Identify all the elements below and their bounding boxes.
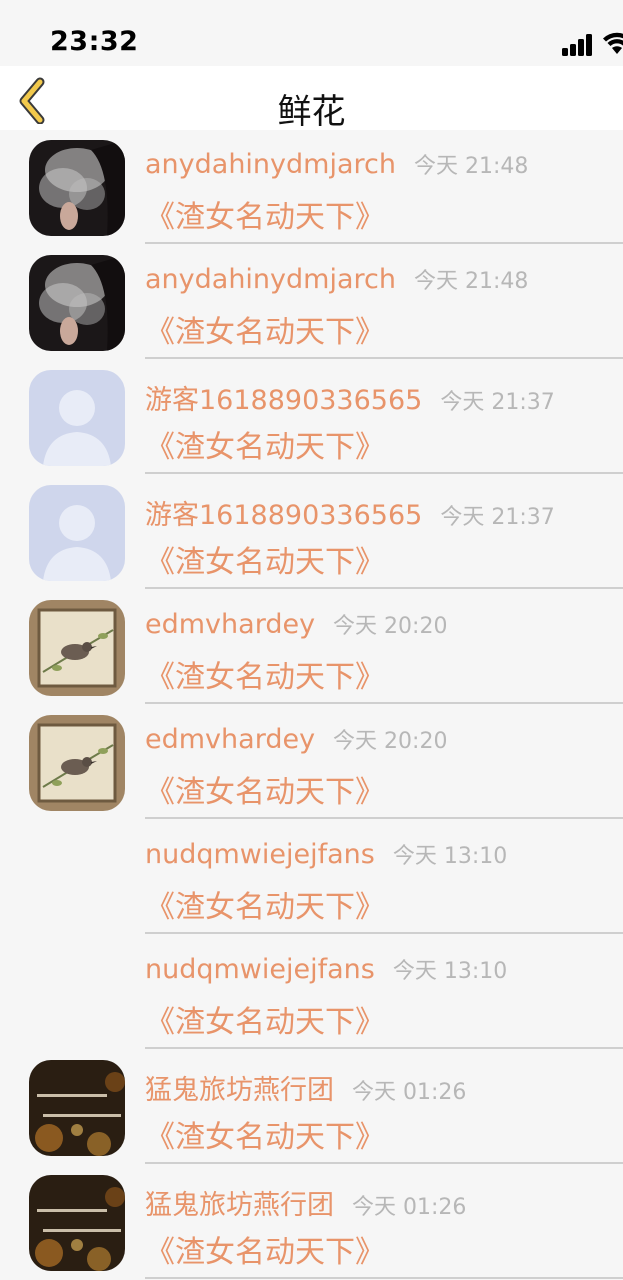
username: nudqmwiejejfans bbox=[145, 954, 375, 985]
avatar bbox=[29, 1060, 125, 1156]
username: 猛鬼旅坊燕行团 bbox=[145, 1075, 334, 1106]
page-title: 鲜花 bbox=[277, 92, 346, 132]
username: anydahinydmjarch bbox=[145, 149, 396, 180]
divider bbox=[145, 242, 623, 244]
gift-book-title: 《渣女名动天下》 bbox=[145, 545, 385, 580]
divider bbox=[145, 1162, 623, 1164]
list-item[interactable]: 猛鬼旅坊燕行团 今天 01:26 《渣女名动天下》 bbox=[0, 1165, 623, 1280]
avatar bbox=[29, 255, 125, 351]
list-item[interactable]: anydahinydmjarch 今天 21:48 《渣女名动天下》 bbox=[0, 130, 623, 245]
timestamp: 今天 21:37 bbox=[440, 505, 555, 530]
timestamp: 今天 13:10 bbox=[392, 844, 508, 869]
divider bbox=[145, 1047, 623, 1049]
gift-book-title: 《渣女名动天下》 bbox=[145, 315, 385, 350]
divider bbox=[145, 587, 623, 589]
list-item[interactable]: 游客1618890336565 今天 21:37 《渣女名动天下》 bbox=[0, 360, 623, 475]
username: nudqmwiejejfans bbox=[145, 839, 375, 870]
timestamp: 今天 20:20 bbox=[333, 729, 448, 754]
divider bbox=[145, 472, 623, 474]
timestamp: 今天 21:48 bbox=[413, 154, 529, 179]
divider bbox=[145, 817, 623, 819]
timestamp: 今天 13:10 bbox=[392, 959, 508, 984]
gift-book-title: 《渣女名动天下》 bbox=[145, 660, 385, 695]
divider bbox=[145, 1277, 623, 1279]
username: anydahinydmjarch bbox=[145, 264, 396, 295]
gift-book-title: 《渣女名动天下》 bbox=[145, 200, 385, 235]
gift-book-title: 《渣女名动天下》 bbox=[145, 430, 385, 465]
username: 猛鬼旅坊燕行团 bbox=[145, 1190, 334, 1221]
divider bbox=[145, 357, 623, 359]
list-item[interactable]: edmvhardey 今天 20:20 《渣女名动天下》 bbox=[0, 590, 623, 705]
gift-book-title: 《渣女名动天下》 bbox=[145, 890, 385, 925]
timestamp: 今天 21:37 bbox=[440, 390, 555, 415]
username: 游客1618890336565 bbox=[145, 500, 423, 531]
divider bbox=[145, 932, 623, 934]
divider bbox=[145, 702, 623, 704]
list-item[interactable]: 游客1618890336565 今天 21:37 《渣女名动天下》 bbox=[0, 475, 623, 590]
list-item[interactable]: anydahinydmjarch 今天 21:48 《渣女名动天下》 bbox=[0, 245, 623, 360]
timestamp: 今天 20:20 bbox=[333, 614, 448, 639]
list-item[interactable]: nudqmwiejejfans 今天 13:10 《渣女名动天下》 bbox=[0, 820, 623, 935]
nav-bar: 鲜花 bbox=[0, 66, 623, 132]
avatar bbox=[29, 600, 125, 696]
avatar bbox=[29, 1175, 125, 1271]
gift-book-title: 《渣女名动天下》 bbox=[145, 1235, 385, 1270]
timestamp: 今天 01:26 bbox=[352, 1080, 467, 1105]
list-item[interactable]: edmvhardey 今天 20:20 《渣女名动天下》 bbox=[0, 705, 623, 820]
cellular-signal-icon bbox=[562, 34, 596, 56]
timestamp: 今天 01:26 bbox=[352, 1195, 467, 1220]
status-bar: 23:32 bbox=[0, 0, 623, 66]
list-item[interactable]: 猛鬼旅坊燕行团 今天 01:26 《渣女名动天下》 bbox=[0, 1050, 623, 1165]
avatar-placeholder bbox=[29, 945, 125, 1041]
username: 游客1618890336565 bbox=[145, 385, 423, 416]
gift-record-list[interactable]: anydahinydmjarch 今天 21:48 《渣女名动天下》 anydah… bbox=[0, 130, 623, 1280]
avatar bbox=[29, 485, 125, 581]
avatar bbox=[29, 715, 125, 811]
gift-book-title: 《渣女名动天下》 bbox=[145, 775, 385, 810]
username: edmvhardey bbox=[145, 609, 316, 640]
gift-book-title: 《渣女名动天下》 bbox=[145, 1005, 385, 1040]
avatar-placeholder bbox=[29, 830, 125, 926]
avatar bbox=[29, 370, 125, 466]
username: edmvhardey bbox=[145, 724, 316, 755]
gift-book-title: 《渣女名动天下》 bbox=[145, 1120, 385, 1155]
timestamp: 今天 21:48 bbox=[413, 269, 529, 294]
status-time: 23:32 bbox=[50, 26, 139, 57]
wifi-icon bbox=[603, 32, 623, 54]
avatar bbox=[29, 140, 125, 236]
list-item[interactable]: nudqmwiejejfans 今天 13:10 《渣女名动天下》 bbox=[0, 935, 623, 1050]
